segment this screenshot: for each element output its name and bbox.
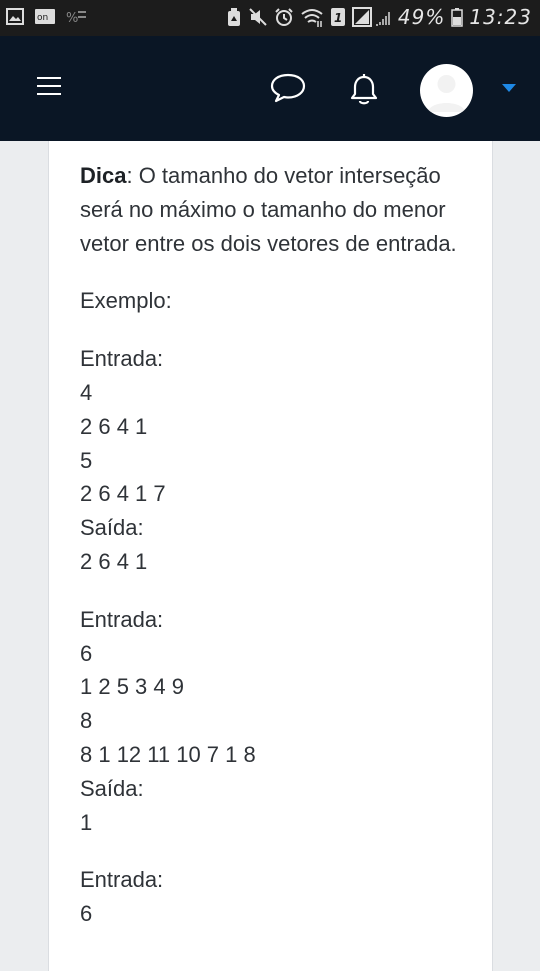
menu-icon[interactable]: [37, 76, 61, 96]
question-text: Dica: O tamanho do vetor interseção será…: [80, 159, 480, 955]
status-bar: on % 1 49% 13:23: [0, 0, 540, 36]
example-block: Entrada: 4 2 6 4 1 5 2 6 4 1 7 Saída: 2 …: [80, 342, 480, 579]
example-value: 2 6 4 1: [80, 413, 148, 439]
example-value: 8: [80, 708, 93, 734]
input-label: Entrada:: [80, 346, 164, 372]
wifi-icon: [301, 9, 323, 27]
status-left-icons: on %: [6, 8, 88, 25]
battery-icon: [451, 8, 464, 27]
bell-icon[interactable]: [350, 74, 378, 106]
example-value: 2 6 4 1 7: [80, 481, 166, 507]
example-value: 2 6 4 1: [80, 548, 148, 574]
example-label: Exemplo:: [80, 288, 172, 314]
example-value: 4: [80, 379, 93, 405]
signal-icon: [351, 7, 390, 27]
example-value: 5: [80, 447, 93, 473]
chat-icon[interactable]: [270, 73, 306, 103]
example-value: 6: [80, 640, 93, 666]
user-icon: [428, 75, 465, 112]
status-right: 1 49% 13:23: [226, 5, 532, 29]
svg-text:on: on: [37, 13, 48, 23]
mute-icon: [249, 8, 267, 26]
recycle-icon: [227, 8, 240, 26]
avatar[interactable]: [420, 64, 473, 117]
example-block: Entrada: 6 1 2 5 3 4 9 8 8 1 12 11 10 7 …: [80, 603, 480, 840]
svg-text:%: %: [66, 11, 78, 25]
wifi-calling-icon: %: [66, 11, 86, 25]
caret-down-icon[interactable]: [502, 84, 516, 92]
input-label: Entrada:: [80, 867, 164, 893]
image-icon: [6, 8, 24, 25]
output-label: Saída:: [80, 515, 144, 541]
tip-paragraph: Dica: O tamanho do vetor interseção será…: [80, 159, 480, 260]
cast-icon: on: [35, 9, 55, 24]
sim-icon: 1: [330, 8, 345, 26]
alarm-icon: [275, 8, 293, 26]
tip-label: Dica: [80, 163, 127, 188]
tip-text: : O tamanho do vetor interseção será no …: [80, 163, 457, 256]
example-value: 8 1 12 11 10 7 1 8: [80, 741, 256, 767]
example-value: 6: [80, 901, 93, 927]
top-navbar: [0, 36, 540, 141]
example-value: 1 2 5 3 4 9: [80, 674, 184, 700]
output-label: Saída:: [80, 775, 144, 801]
battery-percent: 49%: [397, 5, 446, 29]
example-value: 1: [80, 809, 93, 835]
svg-text:1: 1: [334, 11, 343, 25]
input-label: Entrada:: [80, 606, 164, 632]
example-block: Entrada: 6: [80, 863, 480, 931]
clock: 13:23: [469, 5, 532, 29]
